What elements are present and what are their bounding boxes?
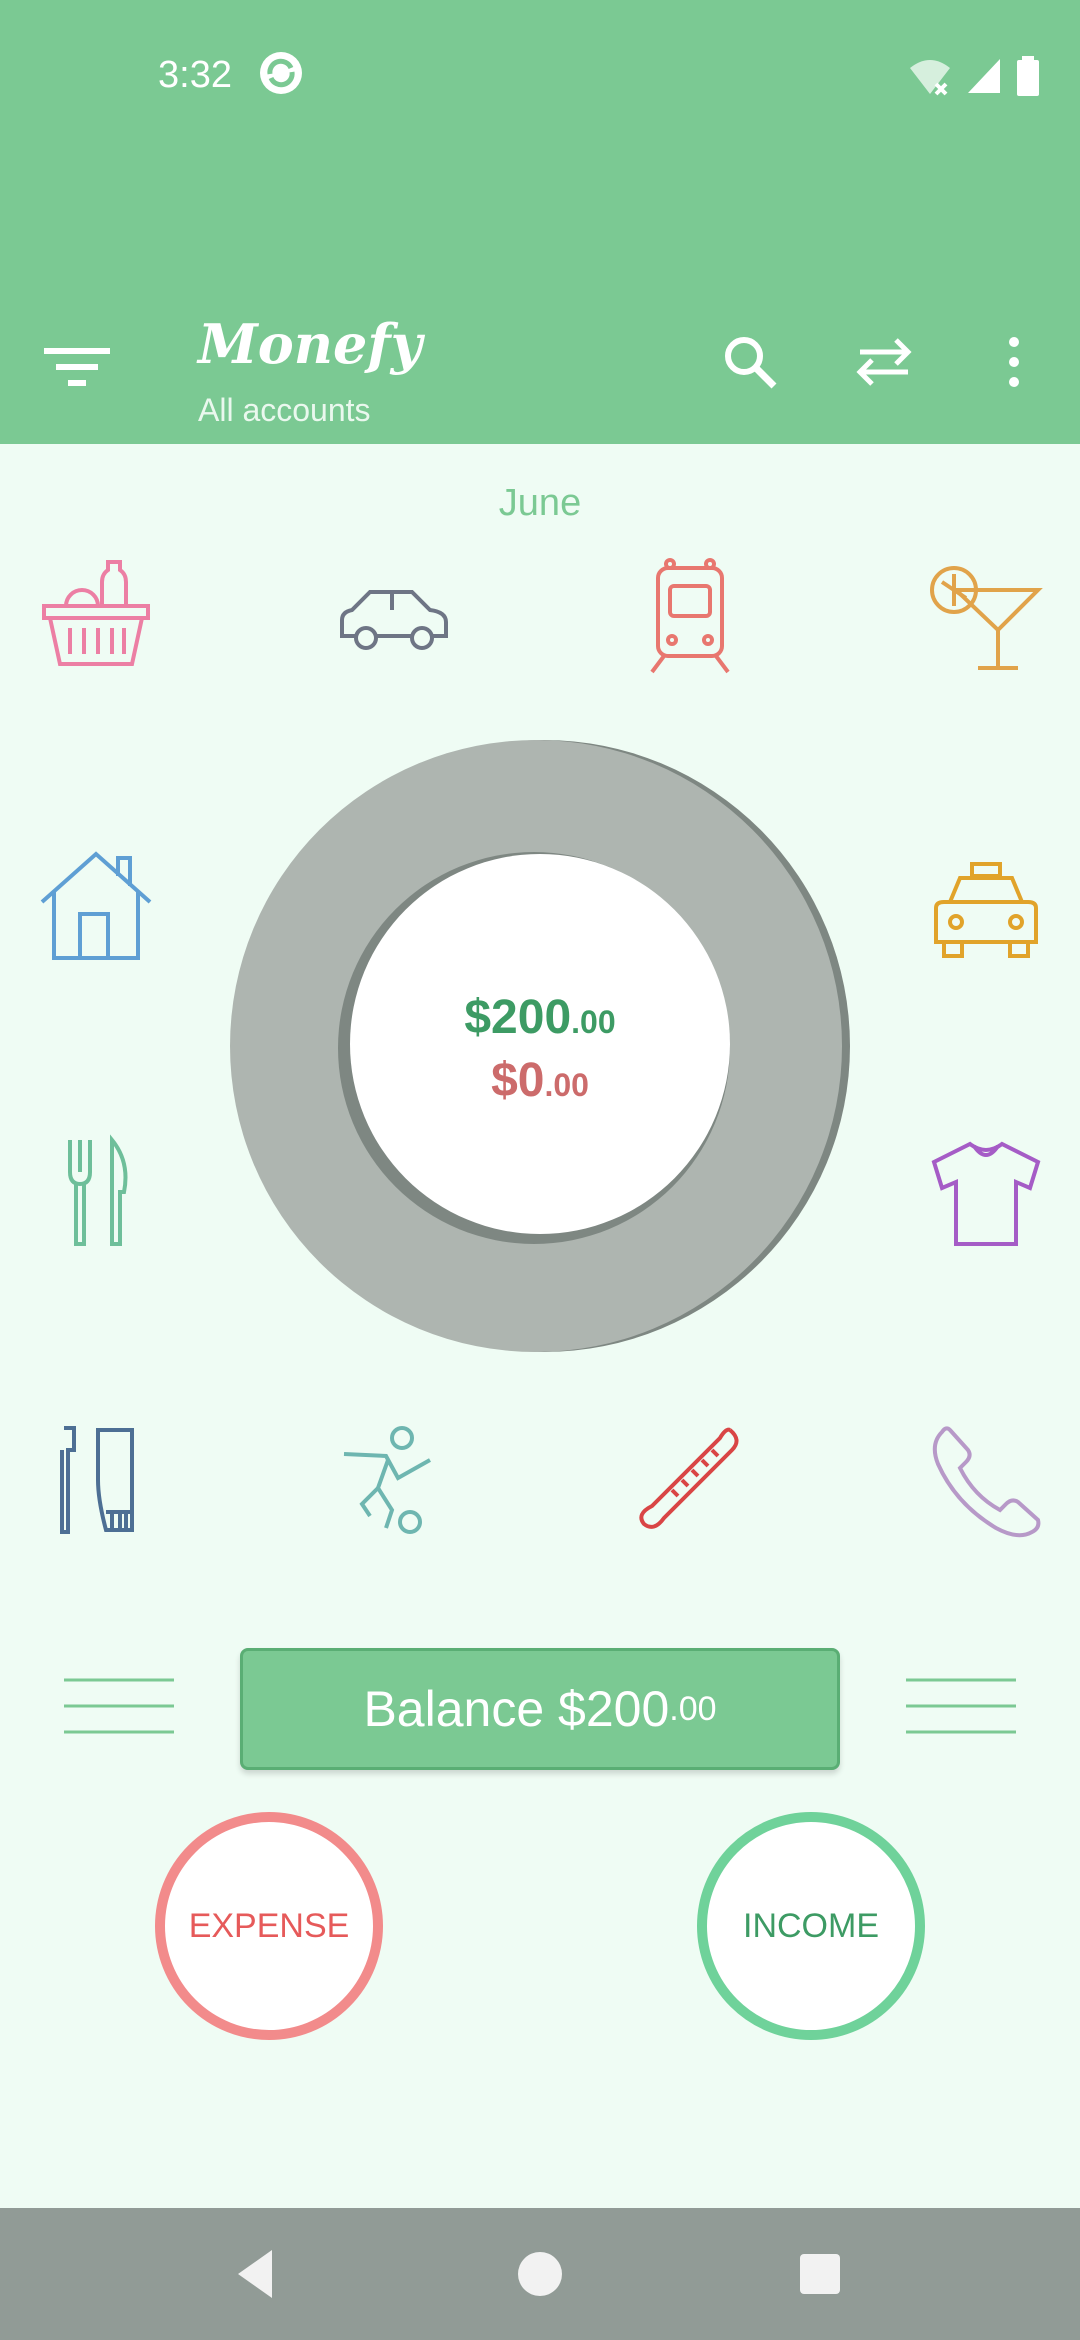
totals-summary: $200.00 $0.00 — [380, 990, 700, 1108]
expense-total: $0.00 — [491, 1054, 589, 1107]
taxi-icon[interactable] — [926, 846, 1046, 966]
more-options-icon[interactable] — [982, 330, 1046, 394]
account-selector[interactable]: All accounts — [198, 392, 371, 429]
sync-app-icon — [260, 52, 302, 94]
tshirt-icon[interactable] — [926, 1132, 1046, 1252]
toiletries-icon[interactable] — [36, 1420, 156, 1540]
income-button-label: INCOME — [743, 1906, 879, 1945]
system-navigation-bar — [0, 2208, 1080, 2340]
phone-icon[interactable] — [926, 1420, 1046, 1540]
train-icon[interactable] — [630, 556, 750, 676]
balance-label: Balance $200 — [363, 1681, 670, 1737]
month-label[interactable]: June — [0, 482, 1080, 525]
income-button[interactable]: INCOME — [697, 1812, 925, 2040]
wifi-off-icon — [910, 60, 950, 96]
status-icons — [908, 54, 1040, 98]
income-total: $200.00 — [464, 991, 616, 1044]
filter-menu-button[interactable] — [38, 334, 118, 394]
thermometer-icon[interactable] — [630, 1420, 750, 1540]
expense-button-label: EXPENSE — [188, 1906, 350, 1945]
cocktail-icon[interactable] — [926, 556, 1046, 676]
groceries-icon[interactable] — [36, 556, 156, 676]
balance-cents: .00 — [669, 1689, 717, 1728]
right-decorative-lines — [906, 1678, 1016, 1734]
transfer-icon[interactable] — [852, 330, 916, 394]
car-icon[interactable] — [334, 556, 454, 676]
signal-icon — [968, 59, 1000, 93]
house-icon[interactable] — [36, 846, 156, 966]
status-time: 3:32 — [158, 54, 232, 96]
left-decorative-lines — [64, 1678, 174, 1734]
expense-button[interactable]: EXPENSE — [155, 1812, 383, 2040]
restaurant-icon[interactable] — [36, 1132, 156, 1252]
balance-button[interactable]: Balance $200.00 — [240, 1648, 840, 1770]
battery-icon — [1017, 56, 1039, 96]
sports-icon[interactable] — [334, 1420, 454, 1540]
app-title: Monefy — [198, 312, 423, 376]
app-bar: 3:32 Monefy All accounts — [0, 0, 1080, 444]
recents-icon[interactable] — [790, 2244, 850, 2304]
back-icon[interactable] — [226, 2244, 286, 2304]
home-icon[interactable] — [510, 2244, 570, 2304]
search-icon[interactable] — [718, 330, 782, 394]
